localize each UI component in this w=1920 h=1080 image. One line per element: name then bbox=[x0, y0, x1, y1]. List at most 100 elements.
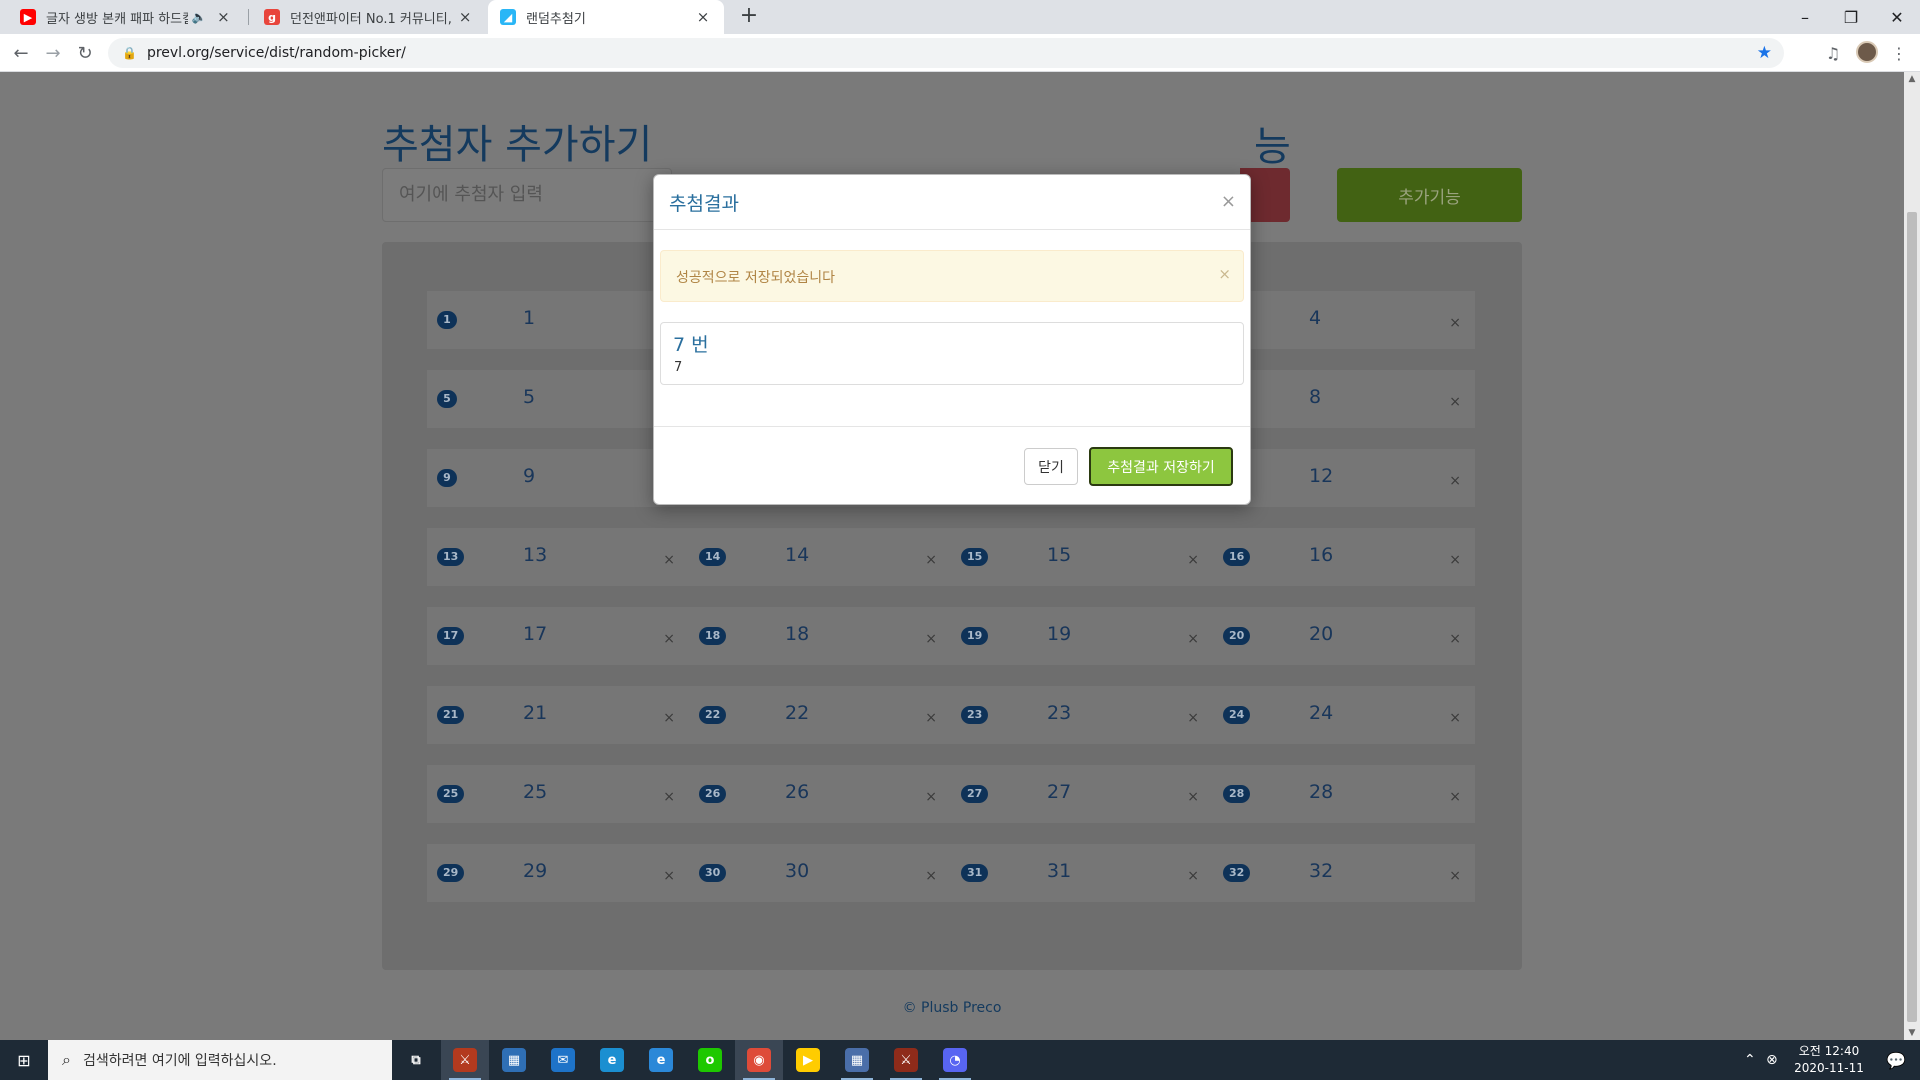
system-clock[interactable]: 오전 12:40 2020-11-11 bbox=[1784, 1043, 1874, 1077]
remove-participant-icon[interactable]: × bbox=[925, 789, 937, 805]
remove-participant-icon[interactable]: × bbox=[1449, 473, 1461, 489]
taskbar-app-store-icon[interactable]: ▦ bbox=[490, 1040, 538, 1080]
tab-close-icon[interactable]: × bbox=[215, 8, 232, 26]
remove-participant-icon[interactable]: × bbox=[925, 710, 937, 726]
remove-participant-icon[interactable]: × bbox=[1187, 868, 1199, 884]
remove-participant-icon[interactable]: × bbox=[1449, 631, 1461, 647]
bookmark-star-icon[interactable]: ★ bbox=[1757, 43, 1772, 63]
window-close-icon[interactable]: ✕ bbox=[1874, 0, 1920, 34]
participant-name: 21 bbox=[523, 702, 548, 724]
remove-participant-icon[interactable]: × bbox=[1187, 552, 1199, 568]
scroll-down-icon[interactable]: ▼ bbox=[1904, 1028, 1920, 1038]
participant-cell: 26 26 × bbox=[689, 765, 951, 823]
participant-number-badge: 29 bbox=[437, 864, 465, 882]
back-arrow-icon[interactable]: ← bbox=[8, 40, 34, 66]
remove-participant-icon[interactable]: × bbox=[663, 710, 675, 726]
taskbar-app-internet-explorer-icon[interactable]: e bbox=[637, 1040, 685, 1080]
taskbar-search[interactable]: ⌕ 검색하려면 여기에 입력하십시오. bbox=[48, 1040, 392, 1080]
remove-participant-icon[interactable]: × bbox=[925, 868, 937, 884]
remove-participant-icon[interactable]: × bbox=[925, 631, 937, 647]
remove-participant-icon[interactable]: × bbox=[663, 552, 675, 568]
remove-participant-icon[interactable]: × bbox=[1449, 868, 1461, 884]
participant-number-badge: 18 bbox=[699, 627, 727, 645]
profile-avatar[interactable] bbox=[1856, 41, 1878, 63]
tab-title: 던전앤파이터 No.1 커뮤니티, 던 bbox=[290, 11, 457, 27]
speaker-mute-icon[interactable]: 🔈 bbox=[192, 10, 207, 24]
close-button[interactable]: 닫기 bbox=[1024, 448, 1078, 485]
dnf-favicon-icon: g bbox=[264, 9, 280, 25]
participant-number-badge: 16 bbox=[1223, 548, 1251, 566]
modal-header: 추첨결과 × bbox=[654, 175, 1250, 230]
remove-participant-icon[interactable]: × bbox=[1187, 631, 1199, 647]
search-placeholder: 검색하려면 여기에 입력하십시오. bbox=[82, 1053, 277, 1069]
alert-close-icon[interactable]: × bbox=[1218, 265, 1231, 283]
participant-name: 13 bbox=[523, 544, 548, 566]
participant-cell: 55× bbox=[427, 370, 689, 428]
game-launcher-icon: ⚔ bbox=[894, 1048, 918, 1072]
remove-participant-icon[interactable]: × bbox=[1449, 710, 1461, 726]
participant-name: 22 bbox=[785, 702, 810, 724]
menu-kebab-icon[interactable]: ⋮ bbox=[1886, 40, 1912, 66]
taskbar-app-kakao-player-icon[interactable]: ▶ bbox=[784, 1040, 832, 1080]
internet-explorer-icon: e bbox=[649, 1048, 673, 1072]
scroll-up-icon[interactable]: ▲ bbox=[1904, 74, 1920, 84]
taskbar-app-chrome-icon[interactable]: ◉ bbox=[735, 1040, 783, 1080]
show-hidden-icons-icon[interactable]: ⌃ bbox=[1744, 1040, 1756, 1080]
remove-participant-icon[interactable]: × bbox=[1449, 315, 1461, 331]
browser-tab-dnf[interactable]: g 던전앤파이터 No.1 커뮤니티, 던 × bbox=[252, 0, 486, 34]
notification-icon[interactable]: 💬 bbox=[1876, 1040, 1916, 1080]
maximize-icon[interactable]: ❐ bbox=[1828, 0, 1874, 34]
clock-time: 오전 12:40 bbox=[1798, 1044, 1860, 1058]
forward-arrow-icon[interactable]: → bbox=[40, 40, 66, 66]
extra-features-button[interactable]: 추가기능 bbox=[1337, 168, 1522, 222]
remove-participant-icon[interactable]: × bbox=[1449, 394, 1461, 410]
browser-tab-youtube[interactable]: ▶ 글자 생방 본캐 패파 하드컬 🔈 × bbox=[8, 0, 244, 34]
remove-participant-icon[interactable]: × bbox=[1187, 789, 1199, 805]
taskbar-app-discord-icon[interactable]: ◔ bbox=[931, 1040, 979, 1080]
alert-message: 성공적으로 저장되었습니다 bbox=[676, 270, 836, 286]
page-scrollbar[interactable]: ▲ ▼ bbox=[1904, 72, 1920, 1040]
page-title-tail: 능 bbox=[1254, 124, 1291, 170]
tab-close-icon[interactable]: × bbox=[694, 8, 712, 26]
windows-start-icon[interactable]: ⊞ bbox=[0, 1040, 48, 1080]
participant-cell: 21 21 × bbox=[427, 686, 689, 744]
new-tab-plus-icon[interactable]: + bbox=[735, 2, 763, 30]
remove-participant-icon[interactable]: × bbox=[663, 868, 675, 884]
participant-number-badge: 9 bbox=[437, 469, 457, 487]
taskbar-app-game-app-icon[interactable]: ⚔ bbox=[441, 1040, 489, 1080]
remove-participant-icon[interactable]: × bbox=[1449, 789, 1461, 805]
save-result-button[interactable]: 추첨결과 저장하기 bbox=[1089, 447, 1233, 486]
taskbar-app-mail-icon[interactable]: ✉ bbox=[539, 1040, 587, 1080]
remove-participant-icon[interactable]: × bbox=[1449, 552, 1461, 568]
search-icon: ⌕ bbox=[62, 1050, 71, 1069]
minimize-icon[interactable]: – bbox=[1782, 0, 1828, 34]
participant-number-badge: 28 bbox=[1223, 785, 1251, 803]
participant-name: 31 bbox=[1047, 860, 1072, 882]
remove-participant-icon[interactable]: × bbox=[663, 789, 675, 805]
taskbar-app-task-view-icon[interactable]: ⧉ bbox=[392, 1040, 440, 1080]
participant-name: 17 bbox=[523, 623, 548, 645]
result-name: 7 bbox=[674, 360, 683, 375]
participant-cell: 1212× bbox=[1213, 449, 1475, 507]
participant-number-badge: 26 bbox=[699, 785, 727, 803]
remove-participant-icon[interactable]: × bbox=[1187, 710, 1199, 726]
remove-participant-icon[interactable]: × bbox=[925, 552, 937, 568]
remove-participant-icon[interactable]: × bbox=[663, 631, 675, 647]
scrollbar-thumb[interactable] bbox=[1907, 212, 1917, 1022]
modal-close-icon[interactable]: × bbox=[1221, 191, 1236, 212]
tab-close-icon[interactable]: × bbox=[456, 8, 474, 26]
taskbar-app-naver-band-icon[interactable]: o bbox=[686, 1040, 734, 1080]
media-control-icon[interactable]: ♫ bbox=[1820, 40, 1846, 66]
address-bar[interactable]: 🔒 prevl.org/service/dist/random-picker/ … bbox=[108, 38, 1784, 68]
taskbar-app-game-launcher-icon[interactable]: ⚔ bbox=[882, 1040, 930, 1080]
taskbar-app-edge-icon[interactable]: e bbox=[588, 1040, 636, 1080]
participant-cell: 14 14 × bbox=[689, 528, 951, 586]
taskbar-app-calculator-icon[interactable]: ▦ bbox=[833, 1040, 881, 1080]
participant-cell: 23 23 × bbox=[951, 686, 1213, 744]
reload-icon[interactable]: ↻ bbox=[72, 40, 98, 66]
browser-tab-random-picker[interactable]: ◢ 랜덤추첨기 × bbox=[488, 0, 724, 34]
network-icon[interactable]: ⊗ bbox=[1766, 1040, 1778, 1080]
lock-icon[interactable]: 🔒 bbox=[122, 46, 137, 60]
participant-cell: 32 32 × bbox=[1213, 844, 1475, 902]
participant-input[interactable]: 여기에 추첨자 입력 bbox=[382, 168, 672, 222]
